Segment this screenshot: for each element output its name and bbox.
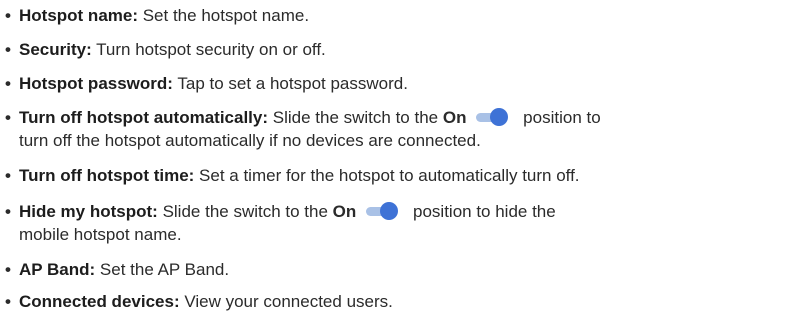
item-description-continued: turn off the hotspot automatically if no… bbox=[19, 131, 481, 150]
settings-description-list: • Hotspot name: Set the hotspot name. • Se… bbox=[0, 0, 786, 322]
item-term: Hotspot password: bbox=[19, 74, 173, 93]
list-item-hotspot-password: • Hotspot password: Tap to set a hotspot … bbox=[5, 72, 780, 95]
bullet: • bbox=[5, 74, 11, 93]
bullet: • bbox=[5, 292, 11, 311]
item-term: Turn off hotspot automatically: bbox=[19, 108, 269, 127]
item-description-continued: mobile hotspot name. bbox=[19, 225, 182, 244]
bullet: • bbox=[5, 108, 11, 127]
item-description: Set the hotspot name. bbox=[138, 6, 310, 25]
item-term: Hide my hotspot: bbox=[19, 202, 158, 221]
bullet: • bbox=[5, 202, 11, 221]
item-description: Set the AP Band. bbox=[95, 260, 230, 279]
item-term: AP Band: bbox=[19, 260, 96, 279]
item-description: Slide the switch to the bbox=[157, 202, 333, 221]
list-item-turn-off-hotspot-automatically: • Turn off hotspot automatically: Slide t… bbox=[5, 106, 780, 152]
toggle-on-icon bbox=[366, 202, 402, 220]
item-description: View your connected users. bbox=[179, 292, 393, 311]
list-item-turn-off-hotspot-time: • Turn off hotspot time: Set a timer for … bbox=[5, 164, 780, 187]
toggle-knob bbox=[490, 108, 509, 126]
item-term: Hotspot name: bbox=[19, 6, 138, 25]
list-item-security: • Security: Turn hotspot security on or o… bbox=[5, 38, 780, 61]
toggle-on-icon bbox=[476, 108, 512, 126]
list-item-connected-devices: • Connected devices: View your connected … bbox=[5, 290, 780, 313]
bullet: • bbox=[5, 6, 11, 25]
list-item-ap-band: • AP Band: Set the AP Band. bbox=[5, 258, 780, 281]
item-term: Turn off hotspot time: bbox=[19, 166, 195, 185]
item-description: Turn hotspot security on or off. bbox=[91, 40, 326, 59]
bullet: • bbox=[5, 40, 11, 59]
on-label: On bbox=[332, 202, 357, 221]
item-term: Connected devices: bbox=[19, 292, 180, 311]
item-description: Set a timer for the hotspot to automatic… bbox=[194, 166, 580, 185]
bullet: • bbox=[5, 166, 11, 185]
list-item-hide-my-hotspot: • Hide my hotspot: Slide the switch to th… bbox=[5, 200, 780, 246]
item-description: Tap to set a hotspot password. bbox=[172, 74, 408, 93]
toggle-knob bbox=[380, 202, 399, 220]
item-description: Slide the switch to the bbox=[268, 108, 443, 127]
item-term: Security: bbox=[19, 40, 92, 59]
item-description: position to hide the bbox=[408, 202, 556, 221]
item-description: position to bbox=[518, 108, 601, 127]
bullet: • bbox=[5, 260, 11, 279]
on-label: On bbox=[442, 108, 467, 127]
list-item-hotspot-name: • Hotspot name: Set the hotspot name. bbox=[5, 4, 780, 27]
